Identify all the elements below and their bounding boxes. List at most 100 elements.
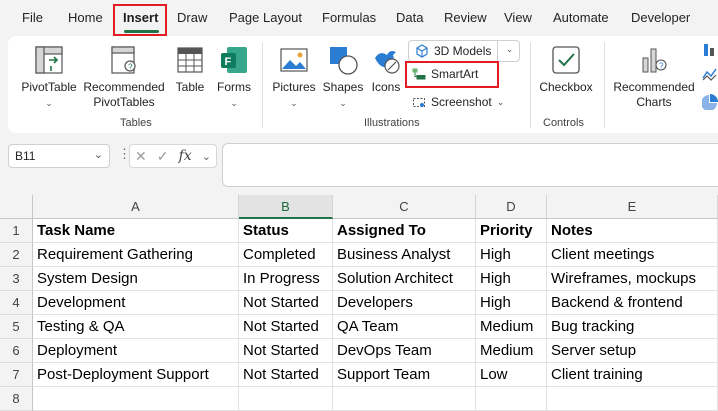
column-title-cell[interactable]: Status	[239, 219, 333, 243]
column-title-cell[interactable]: Assigned To	[333, 219, 476, 243]
shapes-button[interactable]: Shapes ⌄	[320, 44, 366, 111]
recommended-charts-button[interactable]: ? Recommended Charts	[608, 44, 700, 110]
tab-formulas[interactable]: Formulas	[322, 10, 376, 25]
column-title-cell[interactable]: Notes	[547, 219, 718, 243]
table-button[interactable]: Table	[170, 44, 210, 95]
table-cell[interactable]: Developers	[333, 291, 476, 315]
ribbon-tabs: File Home Insert Draw Page Layout Formul…	[0, 0, 718, 36]
table-cell[interactable]: Business Analyst	[333, 243, 476, 267]
insert-function-icon[interactable]: fx	[179, 148, 192, 164]
tab-developer[interactable]: Developer	[631, 10, 690, 25]
table-cell[interactable]: Medium	[476, 339, 547, 363]
row-header[interactable]: 1	[0, 219, 33, 243]
pivottable-dropdown-icon: ⌄	[45, 98, 53, 108]
column-title-cell[interactable]: Task Name	[33, 219, 239, 243]
table-cell[interactable]: Post-Deployment Support	[33, 363, 239, 387]
table-cell[interactable]	[476, 387, 547, 411]
table-cell[interactable]: High	[476, 291, 547, 315]
svg-text:?: ?	[128, 63, 133, 72]
tab-review[interactable]: Review	[444, 10, 487, 25]
column-header-b[interactable]: B	[239, 195, 333, 219]
controls-group-label: Controls	[543, 117, 584, 129]
select-all-corner[interactable]	[0, 195, 33, 219]
row-header[interactable]: 4	[0, 291, 33, 315]
column-header-c[interactable]: C	[333, 195, 476, 219]
table-cell[interactable]: Completed	[239, 243, 333, 267]
table-cell[interactable]: System Design	[33, 267, 239, 291]
table-cell[interactable]: Not Started	[239, 339, 333, 363]
table-cell[interactable]: Backend & frontend	[547, 291, 718, 315]
row-header[interactable]: 3	[0, 267, 33, 291]
column-header-a[interactable]: A	[33, 195, 239, 219]
table-cell[interactable]: Support Team	[333, 363, 476, 387]
3d-models-button[interactable]: 3D Models ⌄	[408, 40, 520, 62]
table-cell[interactable]: Not Started	[239, 291, 333, 315]
table-cell[interactable]: In Progress	[239, 267, 333, 291]
screenshot-button[interactable]: Screenshot ⌄	[412, 95, 504, 109]
table-cell[interactable]: Low	[476, 363, 547, 387]
3d-models-dropdown-icon[interactable]: ⌄	[497, 40, 521, 62]
table-cell[interactable]: Server setup	[547, 339, 718, 363]
table-cell[interactable]: Solution Architect	[333, 267, 476, 291]
checkbox-button[interactable]: Checkbox	[534, 44, 598, 95]
pivottable-button[interactable]: PivotTable ⌄	[20, 44, 78, 111]
table-cell[interactable]: Development	[33, 291, 239, 315]
column-header-e[interactable]: E	[547, 195, 718, 219]
table-cell[interactable]: Client meetings	[547, 243, 718, 267]
column-title-cell[interactable]: Priority	[476, 219, 547, 243]
table-cell[interactable]	[547, 387, 718, 411]
table-cell[interactable]: High	[476, 267, 547, 291]
formula-input[interactable]	[222, 143, 718, 187]
forms-button[interactable]: F Forms ⌄	[212, 44, 256, 111]
table-cell[interactable]: Testing & QA	[33, 315, 239, 339]
checkbox-icon	[552, 46, 580, 74]
column-header-d[interactable]: D	[476, 195, 547, 219]
chart-type-icons[interactable]	[702, 42, 718, 110]
table-cell[interactable]	[239, 387, 333, 411]
tab-view[interactable]: View	[504, 10, 532, 25]
tab-automate[interactable]: Automate	[553, 10, 609, 25]
fx-dropdown-icon[interactable]: ⌄	[202, 150, 211, 163]
table-cell[interactable]: QA Team	[333, 315, 476, 339]
tab-home[interactable]: Home	[68, 10, 103, 25]
table-cell[interactable]	[33, 387, 239, 411]
table-cell[interactable]: Requirement Gathering	[33, 243, 239, 267]
row-header[interactable]: 5	[0, 315, 33, 339]
row-header[interactable]: 8	[0, 387, 33, 411]
name-box-value: B11	[15, 149, 36, 163]
worksheet-grid: A B C D E 1 Task Name Status Assigned To Pri…	[0, 195, 718, 411]
row-header[interactable]: 2	[0, 243, 33, 267]
name-box-chevron-icon[interactable]: ⌄	[94, 148, 103, 161]
table-cell[interactable]: Not Started	[239, 363, 333, 387]
table-cell[interactable]: Not Started	[239, 315, 333, 339]
group-separator	[604, 42, 605, 128]
table-cell[interactable]: Deployment	[33, 339, 239, 363]
tab-file[interactable]: File	[22, 10, 43, 25]
recommended-pivottables-button[interactable]: ? Recommended PivotTables	[82, 44, 166, 110]
ribbon: PivotTable ⌄ ? Recommended PivotTables T…	[8, 36, 718, 133]
group-separator	[262, 42, 263, 128]
table-cell[interactable]: Medium	[476, 315, 547, 339]
row-header[interactable]: 7	[0, 363, 33, 387]
tab-data[interactable]: Data	[396, 10, 423, 25]
shapes-dropdown-icon: ⌄	[339, 98, 347, 108]
formula-bar-buttons: ✕ ✓ fx ⌄	[129, 144, 217, 168]
table-cell[interactable]: Wireframes, mockups	[547, 267, 718, 291]
recommended-charts-icon: ?	[642, 48, 667, 73]
table-cell[interactable]: Client training	[547, 363, 718, 387]
enter-icon[interactable]: ✓	[157, 148, 169, 165]
table-cell[interactable]: DevOps Team	[333, 339, 476, 363]
tab-draw[interactable]: Draw	[177, 10, 207, 25]
row-header[interactable]: 6	[0, 339, 33, 363]
table-cell[interactable]: Bug tracking	[547, 315, 718, 339]
tab-page-layout[interactable]: Page Layout	[229, 10, 302, 25]
pictures-button[interactable]: Pictures ⌄	[270, 44, 318, 111]
table-cell[interactable]	[333, 387, 476, 411]
screenshot-dropdown-icon: ⌄	[496, 96, 505, 107]
name-box[interactable]: B11 ⌄	[8, 144, 110, 168]
shapes-icon	[330, 47, 358, 75]
icons-button[interactable]: Icons	[368, 44, 404, 95]
screenshot-label: Screenshot	[431, 95, 492, 109]
cancel-icon[interactable]: ✕	[135, 148, 147, 165]
table-cell[interactable]: High	[476, 243, 547, 267]
